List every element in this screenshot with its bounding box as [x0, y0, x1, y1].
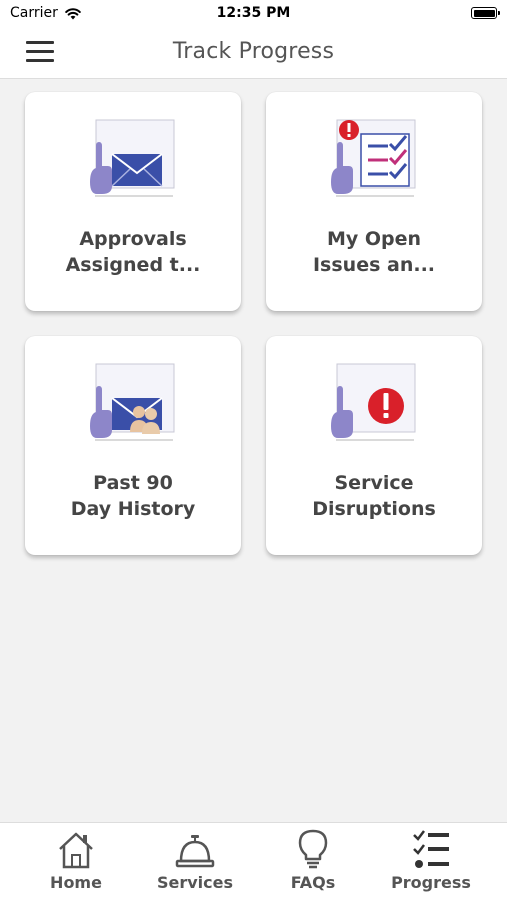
tile-label-line2: Disruptions	[312, 498, 436, 520]
tab-bar: Home Services FAQs Progress	[0, 822, 507, 901]
nav-bar: Track Progress	[0, 28, 507, 79]
lightbulb-icon	[298, 829, 328, 869]
tile-service-disruptions[interactable]: Service Disruptions	[266, 336, 482, 555]
tile-label: Service Disruptions	[272, 470, 476, 522]
tile-label: My Open Issues an...	[272, 226, 476, 278]
page-title: Track Progress	[172, 39, 335, 64]
tile-history[interactable]: Past 90 Day History	[25, 336, 241, 555]
tile-approvals[interactable]: Approvals Assigned t...	[25, 92, 241, 311]
tab-faqs[interactable]: FAQs	[258, 823, 368, 901]
tile-label-line2: Day History	[70, 498, 196, 520]
tab-label: FAQs	[290, 873, 336, 892]
alert-hand-icon	[331, 363, 416, 441]
tile-label-line1: Service	[334, 472, 414, 494]
tab-label: Progress	[391, 873, 471, 892]
home-icon	[59, 832, 93, 869]
status-time: 12:35 PM	[216, 5, 291, 21]
tile-label-line1: Past 90	[93, 472, 173, 494]
checklist-alert-icon	[331, 119, 416, 197]
tile-label-line2: Issues an...	[312, 254, 436, 276]
tab-label: Home	[50, 873, 102, 892]
battery-icon	[471, 7, 500, 19]
status-bar: Carrier 12:35 PM	[0, 0, 507, 28]
checklist-icon	[413, 830, 449, 868]
tile-label-line1: My Open	[326, 228, 422, 250]
tab-services[interactable]: Services	[140, 823, 250, 901]
tile-open-issues[interactable]: My Open Issues an...	[266, 92, 482, 311]
tile-label: Approvals Assigned t...	[31, 226, 235, 278]
tab-label: Services	[156, 873, 234, 892]
tile-label-line2: Assigned t...	[65, 254, 201, 276]
tile-label: Past 90 Day History	[31, 470, 235, 522]
tab-home[interactable]: Home	[21, 823, 131, 901]
envelope-people-icon	[90, 363, 175, 441]
tile-label-line1: Approvals	[79, 228, 187, 250]
tab-progress[interactable]: Progress	[376, 823, 486, 901]
service-bell-icon	[175, 835, 215, 868]
envelope-hand-icon	[90, 119, 175, 197]
